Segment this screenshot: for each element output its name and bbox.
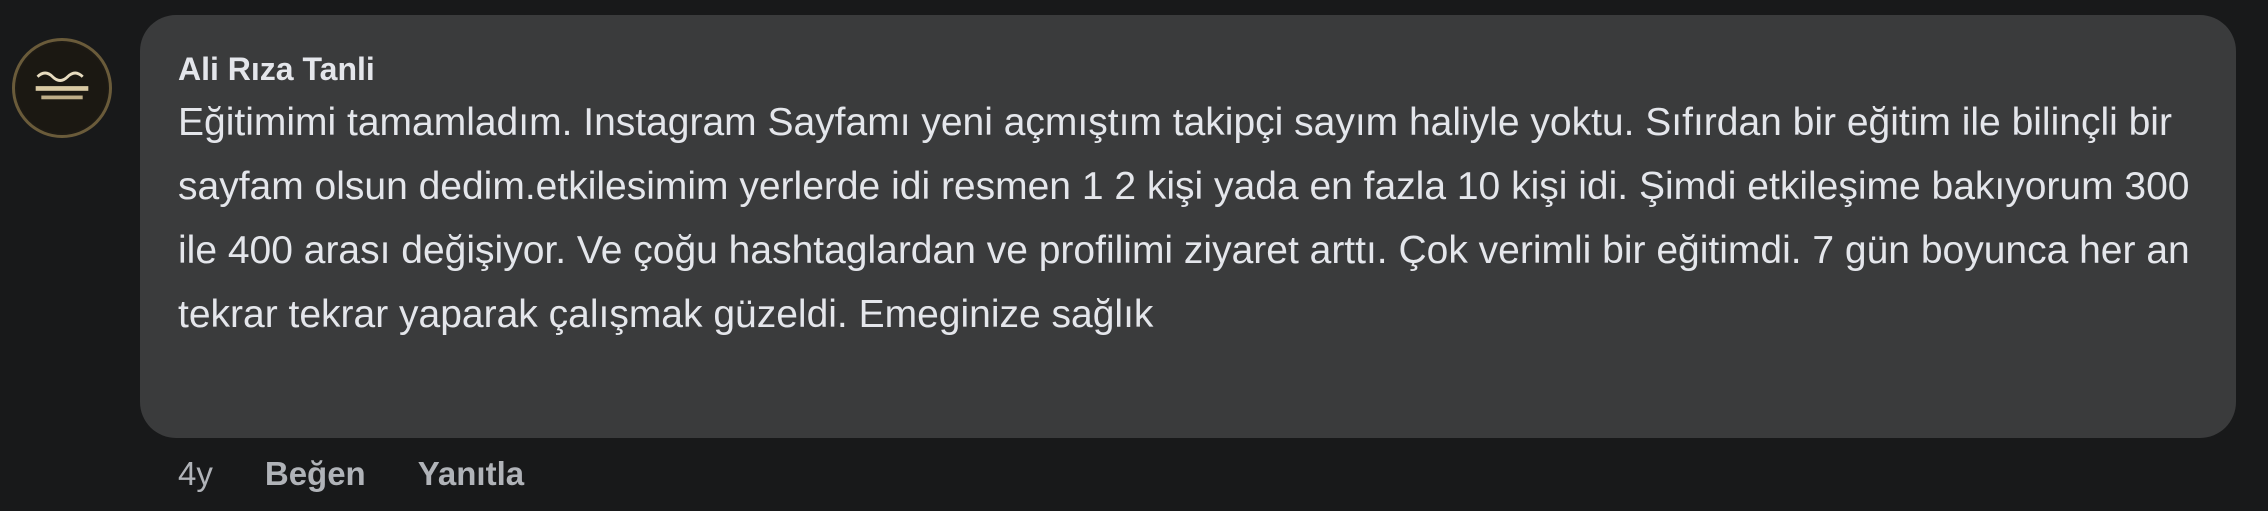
avatar-logo-icon [16, 42, 108, 134]
comment-actions: 4y Beğen Yanıtla [178, 452, 524, 496]
like-button[interactable]: Beğen [265, 452, 366, 496]
comment-bubble: Ali Rıza Tanli Eğitimimi tamamladım. Ins… [140, 15, 2236, 438]
comment-timestamp[interactable]: 4y [178, 452, 213, 496]
avatar[interactable] [12, 38, 112, 138]
reply-button[interactable]: Yanıtla [418, 452, 524, 496]
comment-text: Eğitimimi tamamladım. Instagram Sayfamı … [178, 101, 2190, 336]
comment-author[interactable]: Ali Rıza Tanli [178, 49, 2196, 89]
